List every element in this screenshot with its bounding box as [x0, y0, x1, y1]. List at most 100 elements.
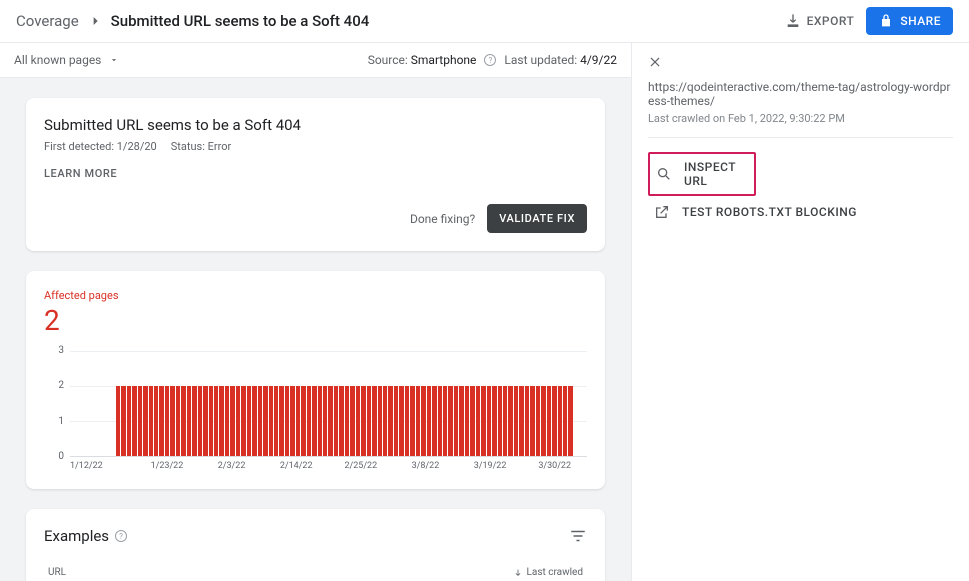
learn-more-link[interactable]: LEARN MORE [44, 167, 587, 180]
chart-bar [230, 386, 234, 456]
chart-bar [503, 386, 507, 456]
validate-fix-button[interactable]: VALIDATE FIX [487, 204, 587, 233]
done-fixing-label: Done fixing? [410, 212, 475, 226]
chart-bar [301, 386, 305, 456]
chart-bar [187, 386, 191, 456]
chart-bar [121, 386, 125, 456]
panel-url: https://qodeinteractive.com/theme-tag/as… [648, 80, 953, 108]
chart-bar [541, 386, 545, 456]
table-header: URL Last crawled [44, 559, 587, 581]
col-url: URL [48, 567, 66, 578]
chart-bar [181, 386, 185, 456]
chart-bar [410, 386, 414, 456]
chart-bar [176, 386, 180, 456]
chart-bar [530, 386, 534, 456]
chart-bar [519, 386, 523, 456]
chart-bar [328, 386, 332, 456]
chart-bar [372, 386, 376, 456]
chart-bar [214, 386, 218, 456]
chart-bar [323, 386, 327, 456]
chart-bar [345, 386, 349, 456]
chart-bar [127, 386, 131, 456]
chart-bar [132, 386, 136, 456]
chart-bar [476, 386, 480, 456]
examples-card: Examples ? URL Last crawled https://qode… [26, 509, 605, 581]
test-robots-label: TEST ROBOTS.TXT BLOCKING [682, 205, 857, 219]
chart-bar [241, 386, 245, 456]
close-icon [648, 55, 662, 69]
chart-bar [394, 386, 398, 456]
chart-bar [498, 386, 502, 456]
share-label: SHARE [900, 14, 941, 28]
help-icon[interactable]: ? [484, 54, 496, 66]
chart-bar [383, 386, 387, 456]
close-button[interactable] [648, 55, 662, 72]
chart-bar [514, 386, 518, 456]
help-icon[interactable]: ? [115, 530, 127, 542]
chart-bar [427, 386, 431, 456]
chart-bar [350, 386, 354, 456]
chart-bar [416, 386, 420, 456]
chart-bar [170, 386, 174, 456]
chart-bar [558, 386, 562, 456]
chart-bar [159, 386, 163, 456]
chart-bar [421, 386, 425, 456]
first-detected: First detected: 1/28/20 [44, 140, 157, 153]
chart-bar [225, 386, 229, 456]
chevron-down-icon [109, 55, 119, 65]
pages-filter[interactable]: All known pages [14, 53, 119, 67]
chart-bar [219, 386, 223, 456]
details-panel: https://qodeinteractive.com/theme-tag/as… [631, 43, 969, 581]
panel-crawl-date: Last crawled on Feb 1, 2022, 9:30:22 PM [648, 112, 953, 138]
chart-bar [274, 386, 278, 456]
filter-bar: All known pages Source: Smartphone ? Las… [0, 43, 631, 78]
export-label: EXPORT [807, 14, 855, 28]
examples-title: Examples ? [44, 527, 127, 545]
chart-bar [318, 386, 322, 456]
chart-bar [481, 386, 485, 456]
filter-icon[interactable] [569, 527, 587, 545]
status-value: Status: Error [171, 140, 231, 153]
chart-bar [405, 386, 409, 456]
open-external-icon [654, 204, 670, 220]
chart-bar [443, 386, 447, 456]
chart-bar [269, 386, 273, 456]
search-icon [656, 166, 672, 182]
col-last-crawled[interactable]: Last crawled [513, 567, 584, 578]
chart-bar [487, 386, 491, 456]
chart-bar [378, 386, 382, 456]
chart-bar [209, 386, 213, 456]
chart-bar [258, 386, 262, 456]
chart-bar [470, 386, 474, 456]
chart-bar [508, 386, 512, 456]
chart-bar [334, 386, 338, 456]
chart-card: Affected pages 2 3210 1/12/221/23/222/3/… [26, 271, 605, 489]
chart-bar [312, 386, 316, 456]
chart-bar [448, 386, 452, 456]
chart-bar [203, 386, 207, 456]
chart-bar [432, 386, 436, 456]
download-icon [785, 13, 801, 29]
chart-bar [525, 386, 529, 456]
main-content: All known pages Source: Smartphone ? Las… [0, 43, 631, 581]
affected-count: 2 [44, 304, 587, 337]
chart-bar [116, 386, 120, 456]
share-button[interactable]: SHARE [866, 7, 953, 35]
chart-bar [290, 386, 294, 456]
breadcrumb-root[interactable]: Coverage [16, 12, 79, 30]
chart-bar [563, 386, 567, 456]
chart-bar [536, 386, 540, 456]
chart-bar [279, 386, 283, 456]
chart-bar [192, 386, 196, 456]
chart-bar [143, 386, 147, 456]
chart-bar [154, 386, 158, 456]
inspect-url-button[interactable]: INSPECT URL [648, 152, 756, 196]
chart-bar [438, 386, 442, 456]
chart-bar [459, 386, 463, 456]
arrow-down-icon [513, 568, 523, 578]
status-card: Submitted URL seems to be a Soft 404 Fir… [26, 98, 605, 251]
chart-bar [247, 386, 251, 456]
test-robots-button[interactable]: TEST ROBOTS.TXT BLOCKING [648, 196, 953, 228]
chart-bar [296, 386, 300, 456]
export-button[interactable]: EXPORT [785, 13, 855, 29]
